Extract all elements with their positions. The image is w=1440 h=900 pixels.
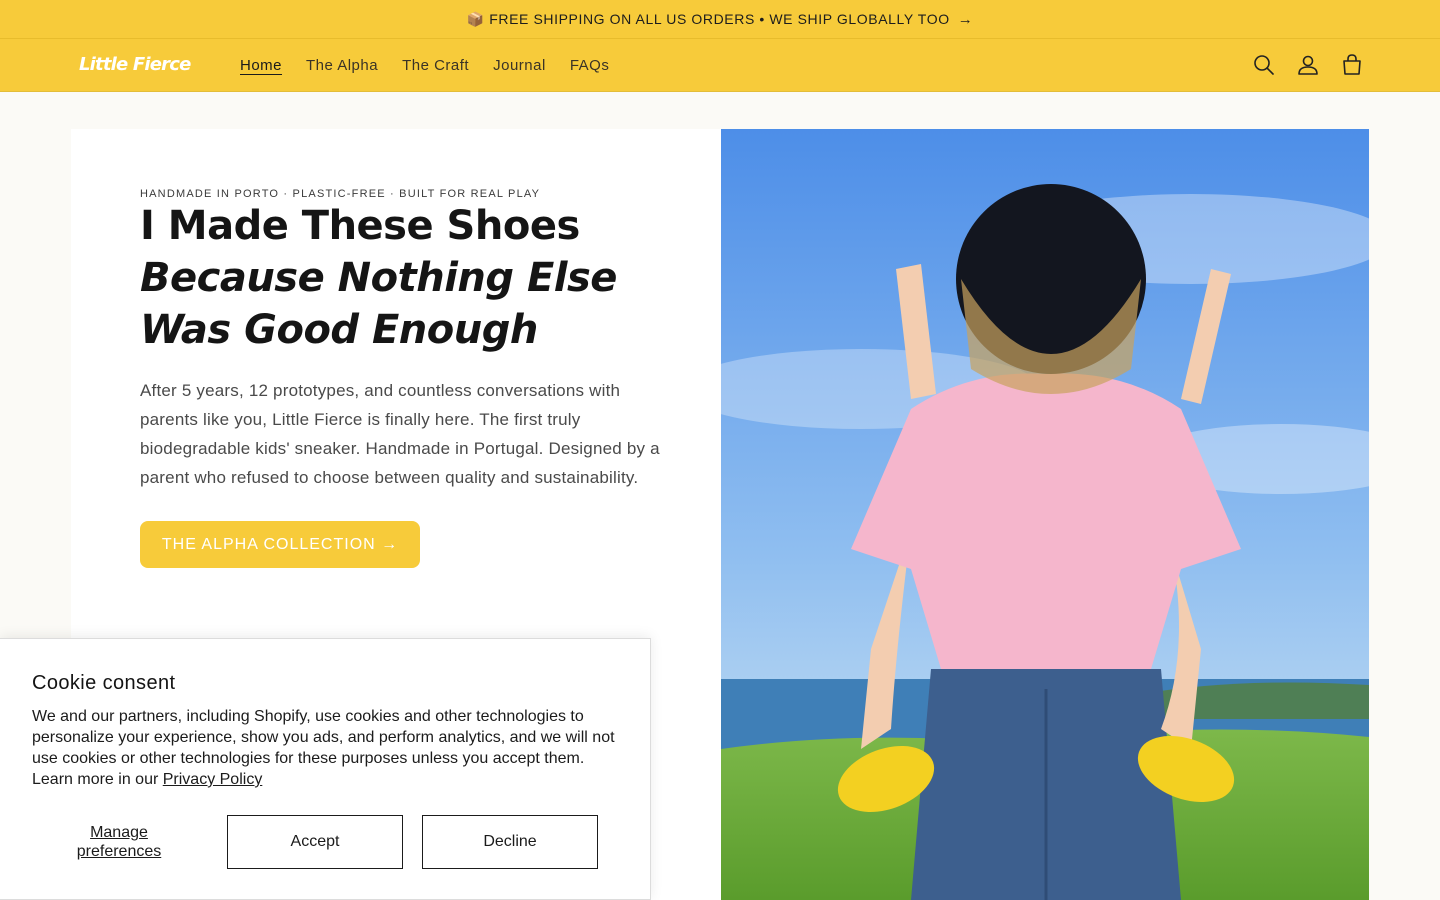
cart-icon[interactable]: [1339, 52, 1365, 78]
nav-faqs[interactable]: FAQs: [570, 57, 610, 74]
hero-photo-illustration: [721, 129, 1369, 900]
manage-preferences-button[interactable]: Manage preferences: [50, 823, 188, 861]
cookie-body: We and our partners, including Shopify, …: [32, 708, 615, 788]
announcement-text: 📦 FREE SHIPPING ON ALL US ORDERS • WE SH…: [466, 10, 950, 27]
alpha-collection-button[interactable]: THE ALPHA COLLECTION →: [140, 521, 420, 568]
accept-button[interactable]: Accept: [227, 815, 403, 869]
cookie-consent-banner: Cookie consent We and our partners, incl…: [0, 638, 651, 900]
nav-journal[interactable]: Journal: [493, 57, 546, 74]
main-nav: Home The Alpha The Craft Journal FAQs: [240, 39, 633, 91]
search-icon[interactable]: [1251, 52, 1277, 78]
hero-eyebrow: HANDMADE IN PORTO · PLASTIC-FREE · BUILT…: [140, 188, 541, 200]
hero-body: After 5 years, 12 prototypes, and countl…: [140, 381, 660, 487]
site-header: Little Fierce Home The Alpha The Craft J…: [0, 39, 1440, 92]
nav-the-craft[interactable]: The Craft: [402, 57, 469, 74]
privacy-policy-link[interactable]: Privacy Policy: [163, 771, 263, 788]
hero-image: [721, 129, 1369, 900]
logo[interactable]: Little Fierce: [79, 54, 191, 75]
decline-button[interactable]: Decline: [422, 815, 598, 869]
hero-headline: I Made These Shoes Because Nothing Else …: [140, 200, 680, 356]
nav-home[interactable]: Home: [240, 57, 282, 74]
nav-the-alpha[interactable]: The Alpha: [306, 57, 378, 74]
cookie-text: We and our partners, including Shopify, …: [32, 706, 622, 790]
announcement-bar[interactable]: 📦 FREE SHIPPING ON ALL US ORDERS • WE SH…: [0, 0, 1440, 39]
headline-plain: I Made These Shoes: [140, 203, 580, 249]
arrow-right-icon[interactable]: →: [958, 11, 974, 28]
headline-italic: Because Nothing Else Was Good Enough: [140, 255, 617, 353]
account-icon[interactable]: [1295, 52, 1321, 78]
cookie-title: Cookie consent: [32, 672, 176, 694]
